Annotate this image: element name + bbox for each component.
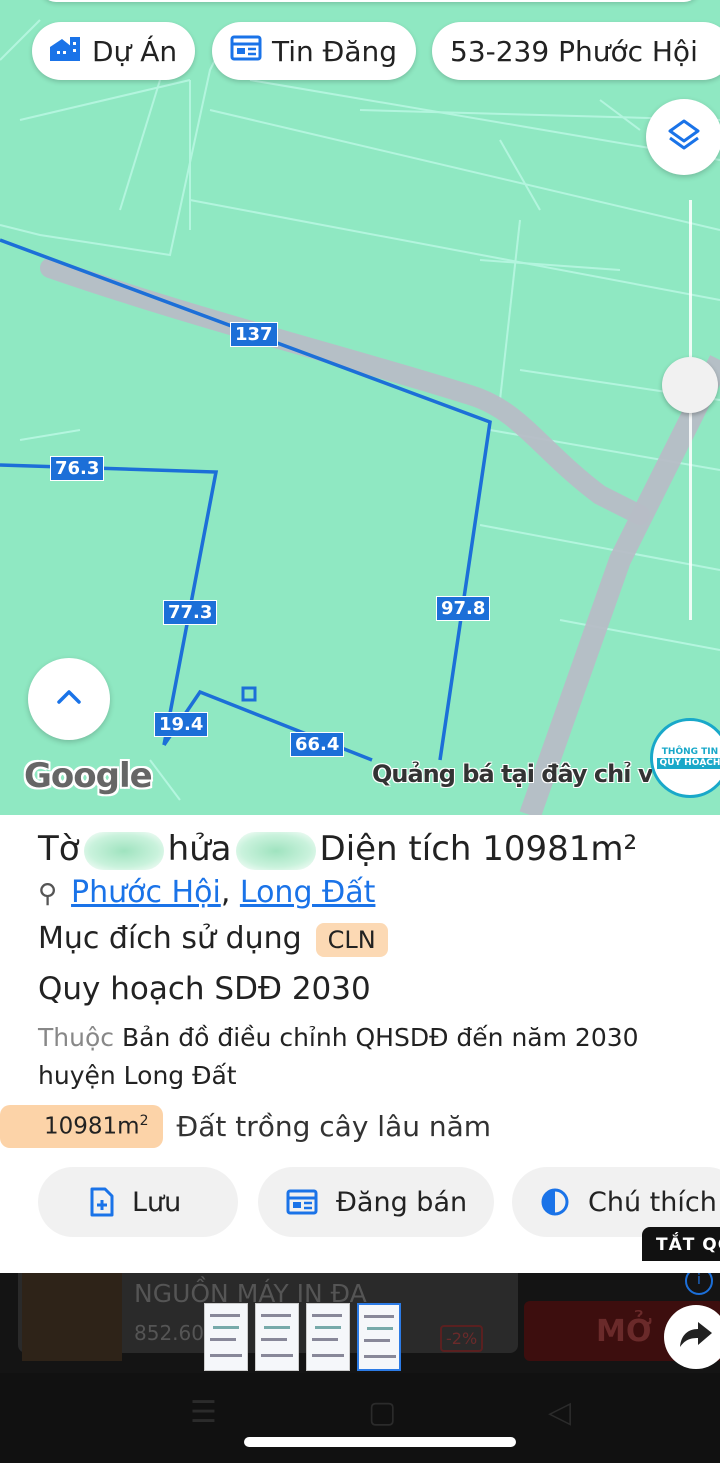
post-for-sale-button[interactable]: Đăng bán bbox=[258, 1167, 494, 1237]
back-icon[interactable]: ◁ bbox=[548, 1395, 571, 1430]
segment-length-label: 77.3 bbox=[163, 600, 218, 625]
area-tag: 10981m2 bbox=[0, 1105, 163, 1148]
plan-source: Thuộc Bản đồ điều chỉnh QHSDĐ đến năm 20… bbox=[38, 1019, 698, 1095]
badge-line-2: QUY HOẠCH bbox=[656, 758, 720, 769]
screenshot-thumbnail-selected[interactable] bbox=[357, 1303, 401, 1371]
badge-line-1: THÔNG TIN bbox=[661, 747, 719, 757]
chip-du-an[interactable]: Dự Án bbox=[32, 22, 195, 80]
land-use-purpose: Mục đích sử dụng CLN bbox=[38, 921, 388, 957]
parcel-title: Tờ hửa Diện tích 10981m² bbox=[38, 829, 637, 870]
listing-icon bbox=[230, 34, 262, 69]
belong-prefix: Thuộc bbox=[38, 1023, 115, 1052]
parcel-info-panel: Tờ hửa Diện tích 10981m² ⚲ Phước Hội, Long … bbox=[0, 815, 720, 1273]
segment-length-label: 97.8 bbox=[436, 596, 491, 621]
location-district-link[interactable]: Long Đất bbox=[240, 875, 376, 910]
legend-label: Chú thích bbox=[588, 1186, 717, 1218]
gesture-home-bar[interactable] bbox=[244, 1437, 516, 1447]
google-logo: Google bbox=[24, 756, 153, 796]
title-thua: hửa bbox=[167, 829, 232, 869]
save-label: Lưu bbox=[132, 1186, 182, 1218]
belong-text: Bản đồ điều chỉnh QHSDĐ đến năm 2030 huy… bbox=[38, 1023, 639, 1090]
share-arrow-icon bbox=[678, 1320, 714, 1354]
parcel-location: ⚲ Phước Hội, Long Đất bbox=[38, 875, 376, 910]
add-file-icon bbox=[90, 1187, 114, 1217]
segment-length-label: 66.4 bbox=[290, 732, 345, 757]
chevron-up-icon bbox=[56, 689, 82, 709]
chip-du-an-label: Dự Án bbox=[92, 34, 178, 68]
half-circle-icon bbox=[540, 1187, 570, 1217]
chip-address[interactable]: 53-239 Phước Hội bbox=[432, 22, 720, 80]
search-bar[interactable] bbox=[40, 0, 700, 2]
title-area: Diện tích 10981m² bbox=[319, 829, 638, 869]
home-icon[interactable]: ▢ bbox=[368, 1395, 396, 1430]
layers-icon bbox=[666, 117, 702, 157]
location-pin-icon: ⚲ bbox=[38, 879, 58, 909]
sell-label: Đăng bán bbox=[336, 1186, 468, 1218]
ad-discount: -2% bbox=[440, 1325, 484, 1352]
layers-button[interactable] bbox=[646, 99, 720, 175]
area-description: Đất trồng cây lâu năm bbox=[176, 1109, 492, 1143]
screenshot-thumbnail[interactable] bbox=[204, 1303, 248, 1371]
ad-notice-text[interactable]: Quảng bá tại đây chỉ vớ bbox=[372, 760, 652, 788]
ad-thumbnail bbox=[22, 1273, 122, 1361]
zoom-slider-thumb[interactable] bbox=[662, 357, 718, 413]
recent-apps-icon[interactable]: ☰ bbox=[190, 1395, 217, 1430]
title-to: Tờ bbox=[38, 829, 80, 869]
ad-price: 852.60 bbox=[134, 1321, 204, 1345]
map-view[interactable]: Dự Án Tin Đăng 53-239 Phước Hội 137 76.3… bbox=[0, 0, 720, 815]
redacted-blur bbox=[83, 831, 164, 870]
save-button[interactable]: Lưu bbox=[38, 1167, 238, 1237]
plan-title: Quy hoạch SDĐ 2030 bbox=[38, 971, 371, 1007]
thong-tin-quy-hoach-logo[interactable]: THÔNG TIN QUY HOẠCH bbox=[650, 718, 720, 798]
share-button[interactable] bbox=[664, 1305, 720, 1369]
chip-address-label: 53-239 Phước Hội bbox=[450, 34, 698, 68]
area-summary: 10981m2 Đất trồng cây lâu năm bbox=[0, 1105, 492, 1148]
ad-info-icon[interactable]: i bbox=[685, 1273, 713, 1295]
location-ward-link[interactable]: Phước Hội bbox=[71, 875, 221, 910]
segment-length-label: 137 bbox=[230, 322, 278, 347]
segment-length-label: 76.3 bbox=[50, 456, 105, 481]
chip-tin-dang-label: Tin Đăng bbox=[272, 34, 398, 68]
purpose-label: Mục đích sử dụng bbox=[38, 921, 302, 956]
hide-ad-button[interactable]: TẮT QC bbox=[642, 1227, 720, 1261]
listing-icon bbox=[286, 1188, 318, 1216]
segment-length-label: 19.4 bbox=[154, 712, 209, 737]
redacted-blur bbox=[235, 831, 316, 870]
screenshot-thumbnail[interactable] bbox=[255, 1303, 299, 1371]
system-nav-bar: ☰ ▢ ◁ bbox=[0, 1373, 720, 1463]
building-icon bbox=[48, 33, 82, 70]
screenshot-thumbnail[interactable] bbox=[306, 1303, 350, 1371]
chip-tin-dang[interactable]: Tin Đăng bbox=[212, 22, 416, 80]
expand-panel-button[interactable] bbox=[28, 658, 110, 740]
purpose-code-badge: CLN bbox=[315, 922, 388, 957]
